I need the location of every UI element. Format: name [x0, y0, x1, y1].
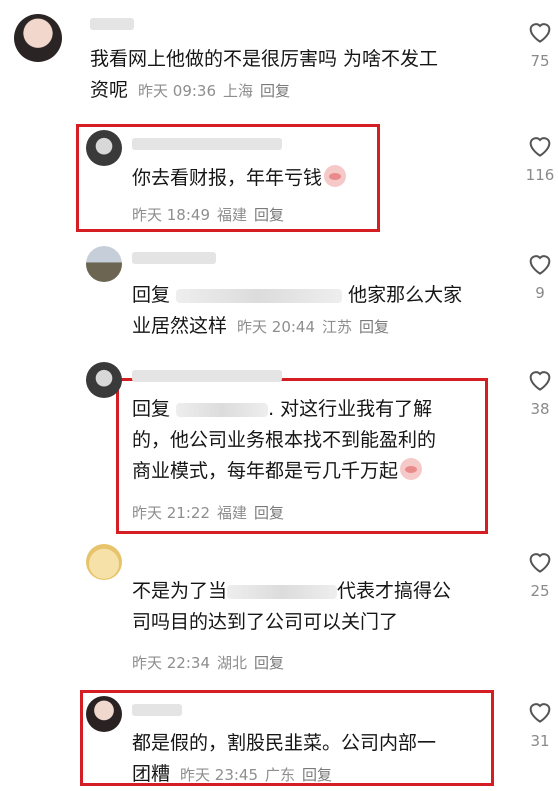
comment-meta: 昨天 18:49 福建 回复	[132, 206, 285, 224]
comment-text: 我看网上他做的不是很厉害吗 为啥不发工 资呢 昨天 09:36 上海 回复	[90, 44, 438, 107]
blurred-username	[176, 402, 269, 417]
like-count: 9	[535, 284, 545, 302]
avatar[interactable]	[14, 14, 62, 62]
like-count: 38	[530, 400, 550, 418]
avatar[interactable]	[86, 130, 122, 166]
like-count: 31	[530, 732, 550, 750]
reply-button[interactable]: 回复	[254, 504, 284, 522]
heart-outline-icon[interactable]	[525, 364, 555, 394]
reply-button[interactable]: 回复	[260, 82, 290, 100]
like-count: 116	[525, 166, 555, 184]
like-count: 75	[530, 52, 550, 70]
reply-button[interactable]: 回复	[254, 206, 284, 224]
blurred-username	[227, 584, 338, 599]
cry-emoji-icon	[324, 165, 347, 187]
comment-text: 回复 他家那么大家 业居然这样 昨天 20:44 江苏 回复	[132, 280, 462, 343]
cry-emoji-icon	[400, 458, 423, 480]
username[interactable]	[132, 370, 282, 382]
comment-text: 都是假的，割股民韭菜。公司内部一 团糟 昨天 23:45 广东 回复	[132, 728, 436, 791]
comment-meta: 昨天 20:44 江苏 回复	[237, 318, 390, 336]
comment-meta: 昨天 22:34 湖北 回复	[132, 654, 285, 672]
reply-button[interactable]: 回复	[254, 654, 284, 672]
avatar[interactable]	[86, 544, 122, 580]
comment-meta: 昨天 23:45 广东 回复	[180, 766, 333, 784]
avatar[interactable]	[86, 362, 122, 398]
username[interactable]	[132, 704, 182, 716]
reply-button[interactable]: 回复	[359, 318, 389, 336]
comment-text: 回复 . 对这行业我有了解 的，他公司业务根本找不到能盈利的 商业模式，每年都是…	[132, 398, 437, 482]
username[interactable]	[90, 18, 134, 30]
comment-text: 你去看财报，年年亏钱	[132, 163, 347, 194]
comment-meta: 昨天 09:36 上海 回复	[138, 82, 291, 100]
avatar[interactable]	[86, 696, 122, 732]
username[interactable]	[132, 252, 216, 264]
username[interactable]	[132, 138, 282, 150]
heart-outline-icon[interactable]	[525, 16, 555, 46]
comment-meta: 昨天 21:22 福建 回复	[132, 504, 285, 522]
like-count: 25	[530, 582, 550, 600]
blurred-username	[176, 288, 343, 303]
comment-text: 不是为了当 代表才搞得公 司吗目的达到了公司可以关门了	[132, 580, 452, 633]
heart-outline-icon[interactable]	[525, 546, 555, 576]
reply-button[interactable]: 回复	[302, 766, 332, 784]
avatar[interactable]	[86, 246, 122, 282]
heart-outline-icon[interactable]	[525, 130, 555, 160]
heart-outline-icon[interactable]	[525, 248, 555, 278]
heart-outline-icon[interactable]	[525, 696, 555, 726]
